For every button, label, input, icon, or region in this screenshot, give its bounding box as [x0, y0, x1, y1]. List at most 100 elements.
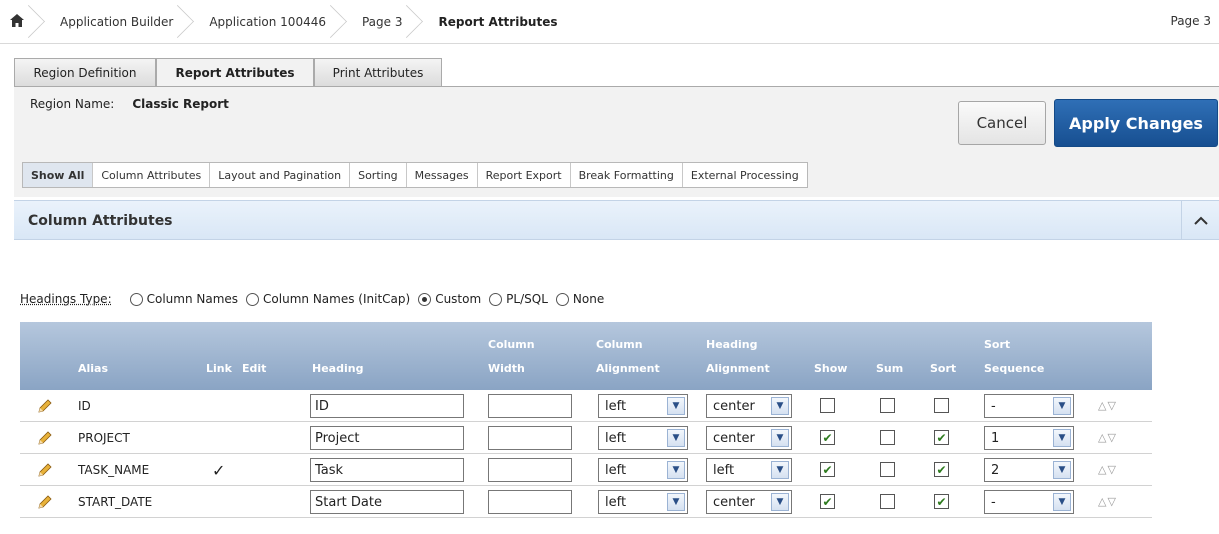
select-value: 2	[991, 462, 1000, 478]
chevron-down-icon: ▼	[1053, 429, 1071, 447]
sum-checkbox[interactable]	[880, 398, 895, 413]
header-column-alignment-2: Alignment	[596, 362, 660, 375]
heading-input[interactable]: Task	[310, 458, 464, 482]
section-title: Column Attributes	[28, 213, 173, 229]
pencil-icon[interactable]	[34, 390, 56, 422]
breadcrumb-item-current: Report Attributes	[416, 0, 571, 44]
breadcrumb-label: Application Builder	[60, 15, 174, 29]
column-alignment-select[interactable]: left ▼	[598, 458, 688, 482]
chevron-down-icon: ▼	[771, 493, 789, 511]
subtab-report-export[interactable]: Report Export	[477, 163, 571, 187]
headings-type-group: Headings Type: Column Names Column Names…	[20, 292, 608, 306]
sort-checkbox[interactable]: ✔	[934, 430, 949, 445]
show-checkbox[interactable]: ✔	[820, 462, 835, 477]
sum-checkbox[interactable]	[880, 494, 895, 509]
chevron-down-icon: ▼	[667, 429, 685, 447]
move-up-down-icons[interactable]: △▽	[1098, 463, 1117, 476]
subtab-layout-pagination[interactable]: Layout and Pagination	[210, 163, 351, 187]
subtab-break-formatting[interactable]: Break Formatting	[570, 163, 683, 187]
radio-custom[interactable]	[418, 292, 432, 306]
sum-checkbox[interactable]	[880, 430, 895, 445]
sort-sequence-select[interactable]: 2 ▼	[984, 458, 1074, 482]
heading-alignment-select[interactable]: center ▼	[706, 394, 792, 418]
breadcrumb: Application Builder Application 100446 P…	[0, 0, 1219, 44]
header-column-width-2: Width	[488, 362, 525, 375]
subtab-external-processing[interactable]: External Processing	[682, 163, 807, 187]
chevron-down-icon: ▼	[667, 493, 685, 511]
radio-plsql[interactable]	[489, 292, 503, 306]
header-sort-sequence-2: Sequence	[984, 362, 1045, 375]
header-sort: Sort	[930, 362, 957, 375]
table-header: Alias Link Edit Heading Column Width Col…	[20, 322, 1152, 390]
chevron-down-icon: ▼	[667, 461, 685, 479]
sort-sequence-select[interactable]: 1 ▼	[984, 426, 1074, 450]
radio-label: Column Names	[146, 292, 239, 306]
breadcrumb-label: Application 100446	[209, 15, 326, 29]
table-row: ID ID left ▼ center ▼ - ▼ △▽	[20, 390, 1152, 422]
heading-input[interactable]: Project	[310, 426, 464, 450]
header-column-width-1: Column	[488, 338, 535, 351]
breadcrumb-item-page[interactable]: Page 3	[340, 0, 417, 44]
subtab-column-attributes[interactable]: Column Attributes	[93, 163, 211, 187]
header-sum: Sum	[876, 362, 904, 375]
headings-type-label: Headings Type:	[20, 292, 112, 306]
subtab-show-all[interactable]: Show All	[23, 163, 94, 187]
move-up-down-icons[interactable]: △▽	[1098, 495, 1117, 508]
column-width-input[interactable]	[488, 490, 572, 514]
tab-report-attributes[interactable]: Report Attributes	[156, 58, 314, 87]
subtab-messages[interactable]: Messages	[406, 163, 478, 187]
apply-changes-button[interactable]: Apply Changes	[1054, 99, 1218, 147]
chevron-down-icon: ▼	[1053, 461, 1071, 479]
show-checkbox[interactable]: ✔	[820, 494, 835, 509]
alias-cell: ID	[78, 399, 91, 413]
heading-input[interactable]: ID	[310, 394, 464, 418]
region-name-label: Region Name:	[30, 97, 115, 111]
heading-input[interactable]: Start Date	[310, 490, 464, 514]
cancel-button[interactable]: Cancel	[958, 101, 1046, 145]
radio-label: Column Names (InitCap)	[263, 292, 411, 306]
header-heading-alignment-2: Alignment	[706, 362, 770, 375]
breadcrumb-item-app-builder[interactable]: Application Builder	[38, 0, 187, 44]
chevron-down-icon: ▼	[1053, 493, 1071, 511]
tab-region-definition[interactable]: Region Definition	[14, 58, 156, 86]
pencil-icon[interactable]	[34, 454, 56, 486]
radio-none[interactable]	[555, 292, 569, 306]
move-up-down-icons[interactable]: △▽	[1098, 399, 1117, 412]
header-heading-alignment-1: Heading	[706, 338, 758, 351]
sort-sequence-select[interactable]: - ▼	[984, 394, 1074, 418]
chevron-up-icon[interactable]	[1181, 201, 1219, 239]
header-edit: Edit	[242, 362, 267, 375]
sort-checkbox[interactable]	[934, 398, 949, 413]
subtab-bar: Show All Column Attributes Layout and Pa…	[22, 162, 808, 188]
pencil-icon[interactable]	[34, 422, 56, 454]
heading-alignment-select[interactable]: center ▼	[706, 426, 792, 450]
heading-alignment-select[interactable]: left ▼	[706, 458, 792, 482]
table-row: TASK_NAME ✓ Task left ▼ left ▼ ✔ ✔ 2 ▼ △▽	[20, 454, 1152, 486]
header-link: Link	[206, 362, 232, 375]
column-width-input[interactable]	[488, 394, 572, 418]
show-checkbox[interactable]	[820, 398, 835, 413]
tab-print-attributes[interactable]: Print Attributes	[314, 58, 442, 86]
breadcrumb-home[interactable]	[0, 0, 38, 44]
column-alignment-select[interactable]: left ▼	[598, 490, 688, 514]
column-alignment-select[interactable]: left ▼	[598, 426, 688, 450]
chevron-down-icon: ▼	[771, 461, 789, 479]
column-width-input[interactable]	[488, 426, 572, 450]
pencil-icon[interactable]	[34, 486, 56, 518]
tab-bar: Region Definition Report Attributes Prin…	[0, 44, 1219, 90]
radio-column-names-initcap[interactable]	[246, 292, 260, 306]
chevron-down-icon: ▼	[667, 397, 685, 415]
column-width-input[interactable]	[488, 458, 572, 482]
sort-sequence-select[interactable]: - ▼	[984, 490, 1074, 514]
column-alignment-select[interactable]: left ▼	[598, 394, 688, 418]
sort-checkbox[interactable]: ✔	[934, 462, 949, 477]
breadcrumb-item-application[interactable]: Application 100446	[187, 0, 340, 44]
sort-checkbox[interactable]: ✔	[934, 494, 949, 509]
move-up-down-icons[interactable]: △▽	[1098, 431, 1117, 444]
sum-checkbox[interactable]	[880, 462, 895, 477]
heading-alignment-select[interactable]: center ▼	[706, 490, 792, 514]
show-checkbox[interactable]: ✔	[820, 430, 835, 445]
radio-column-names[interactable]	[129, 292, 143, 306]
select-value: left	[605, 462, 627, 478]
subtab-sorting[interactable]: Sorting	[350, 163, 407, 187]
